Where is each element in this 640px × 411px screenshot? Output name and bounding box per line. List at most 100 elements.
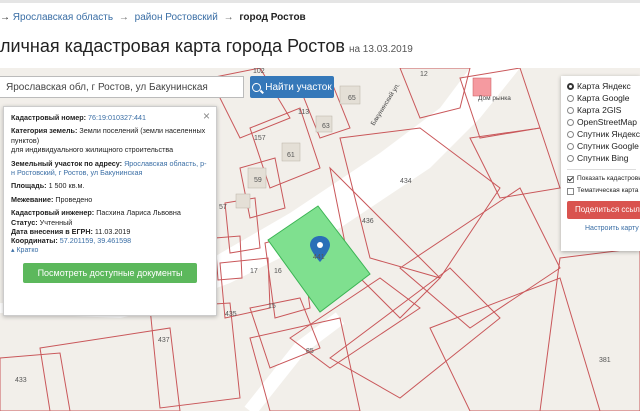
- top-divider: [0, 0, 640, 3]
- view-documents-button[interactable]: Посмотреть доступные документы: [23, 263, 197, 284]
- coordinates-label: Координаты:: [11, 236, 58, 246]
- radio-icon[interactable]: [567, 130, 574, 138]
- cadastral-number-row: Кадастровый номер: 76:19:010327:441: [11, 113, 209, 122]
- area-value: 1 500 кв.м.: [48, 181, 85, 191]
- layer-option[interactable]: Карта Google: [567, 92, 640, 104]
- layer-option-label: Карта Яндекс: [577, 81, 631, 91]
- radio-icon[interactable]: [567, 142, 574, 150]
- parcel-number: 17: [250, 268, 258, 275]
- parcel-number: 57: [219, 204, 227, 211]
- chevron-up-icon: ▴: [11, 246, 15, 254]
- layer-option-label: Карта 2GIS: [577, 105, 622, 115]
- land-category-row: Категория земель: Земли поселений (земли…: [11, 126, 209, 154]
- egrn-date-row: Дата внесения в ЕГРН: 11.03.2019: [11, 227, 209, 236]
- egrn-date-label: Дата внесения в ЕГРН:: [11, 227, 93, 237]
- parcel-number: 63: [322, 123, 330, 130]
- layer-option-label: Спутник Google: [577, 141, 639, 151]
- cadastral-number-link[interactable]: 76:19:010327:441: [88, 113, 146, 122]
- radio-icon[interactable]: [567, 154, 574, 162]
- page-date: на 13.03.2019: [348, 44, 413, 55]
- coordinates-row: Координаты: 57.201159, 39.461598: [11, 236, 209, 245]
- close-icon[interactable]: ×: [203, 110, 210, 122]
- coordinates-link[interactable]: 57.201159, 39.461598: [60, 236, 131, 245]
- panel-divider: [567, 169, 636, 170]
- poi-label: Дом рынка: [478, 95, 511, 102]
- layer-option-label: Карта Google: [577, 93, 630, 103]
- search-icon: [252, 82, 262, 92]
- radio-icon[interactable]: [567, 82, 574, 90]
- radio-icon[interactable]: [567, 118, 574, 126]
- street-label: Бакунинский ул.: [369, 81, 402, 127]
- land-category-label: Категория земель:: [11, 126, 78, 136]
- parcel-number: 433: [15, 377, 27, 384]
- breadcrumb-current: город Ростов: [239, 12, 306, 23]
- status-label: Статус:: [11, 217, 38, 227]
- layer-option-label: Спутник Bing: [577, 153, 629, 163]
- layer-option-label: Спутник Яндекс: [577, 129, 640, 139]
- road-south: [244, 312, 345, 411]
- parcel-number: 434: [400, 178, 412, 185]
- cadastral-borders-toggle[interactable]: Показать кадастровые границы участков: [567, 175, 640, 183]
- thematic-map-toggle[interactable]: Тематическая карта: [567, 187, 640, 195]
- cadastral-number-label: Кадастровый номер:: [11, 113, 87, 122]
- map-layers-panel: Карта Яндекс Карта Google Карта 2GIS Ope…: [561, 76, 640, 251]
- address-row: Земельный участок по адресу: Ярославская…: [11, 159, 209, 178]
- building: [235, 193, 251, 209]
- cadastral-borders-label: Показать кадастровые границы участков: [577, 175, 640, 182]
- parcel-number: 16: [274, 268, 282, 275]
- radio-icon[interactable]: [567, 106, 574, 114]
- breadcrumb-arrow: →: [118, 12, 129, 23]
- parcel-info-popup: × Кадастровый номер: 76:19:010327:441 Ка…: [3, 106, 217, 316]
- parcel-number: 61: [287, 152, 295, 159]
- survey-row: Межевание: Проведено: [11, 195, 209, 204]
- checkbox-icon[interactable]: [567, 188, 574, 195]
- parcel-number: 12: [420, 71, 428, 78]
- layer-option[interactable]: Карта Яндекс: [567, 80, 640, 92]
- layer-option[interactable]: OpenStreetMap: [567, 116, 640, 128]
- layer-option[interactable]: Спутник Яндекс: [567, 128, 640, 140]
- cadastral-map[interactable]: 65 63 61 59 57 434 436 441 17 16 15 435 …: [0, 68, 640, 411]
- egrn-date-value: 11.03.2019: [94, 227, 131, 237]
- collapse-link[interactable]: ▴ Кратко: [11, 246, 209, 255]
- collapse-label: Кратко: [16, 246, 39, 254]
- parcel-number: 15: [268, 303, 276, 310]
- market-building: [472, 77, 492, 97]
- survey-label: Межевание:: [11, 194, 54, 204]
- layer-option[interactable]: Спутник Google: [567, 140, 640, 152]
- search-input[interactable]: [0, 76, 244, 98]
- area-label: Площадь:: [11, 181, 47, 191]
- layer-option[interactable]: Спутник Bing: [567, 152, 640, 164]
- parcel-number: 102: [253, 68, 265, 75]
- parcel-number: 59: [254, 177, 262, 184]
- share-link-button[interactable]: Поделиться ссылкой: [567, 201, 640, 219]
- find-parcel-label: Найти участок: [265, 81, 332, 93]
- page-title-text: личная кадастровая карта города Ростов: [0, 36, 345, 56]
- find-parcel-button[interactable]: Найти участок: [250, 76, 334, 98]
- parcel-number: 441: [313, 254, 325, 261]
- layer-option-label: OpenStreetMap: [577, 117, 638, 127]
- checkbox-checked-icon[interactable]: [567, 176, 574, 183]
- status-row: Статус: Учтенный: [11, 218, 209, 227]
- engineer-value: Пасхина Лариса Львовна: [96, 208, 181, 218]
- breadcrumb-arrow: →: [0, 12, 10, 23]
- page-title: личная кадастровая карта города Ростов на…: [0, 36, 413, 57]
- address-label: Земельный участок по адресу:: [11, 158, 123, 168]
- engineer-label: Кадастровый инженер:: [11, 208, 95, 218]
- engineer-row: Кадастровый инженер: Пасхина Лариса Льво…: [11, 208, 209, 217]
- radio-icon[interactable]: [567, 94, 574, 102]
- page-header: → Ярославская область → район Ростовский…: [0, 0, 640, 68]
- area-row: Площадь: 1 500 кв.м.: [11, 181, 209, 190]
- parcel-number: 65: [348, 95, 356, 102]
- breadcrumb: → Ярославская область → район Ростовский…: [0, 12, 306, 23]
- breadcrumb-district[interactable]: район Ростовский: [135, 12, 218, 23]
- configure-map-link[interactable]: Настроить карту: [567, 225, 640, 232]
- parcel-number: 381: [599, 357, 611, 364]
- survey-value: Проведено: [55, 194, 93, 204]
- breadcrumb-arrow: →: [223, 12, 234, 23]
- breadcrumb-region[interactable]: Ярославская область: [13, 12, 113, 23]
- parcel-number: 85: [306, 348, 314, 355]
- parcel-number: 435: [225, 311, 237, 318]
- layer-option[interactable]: Карта 2GIS: [567, 104, 640, 116]
- thematic-map-label: Тематическая карта: [577, 187, 639, 194]
- parcel-number: 113: [298, 109, 309, 116]
